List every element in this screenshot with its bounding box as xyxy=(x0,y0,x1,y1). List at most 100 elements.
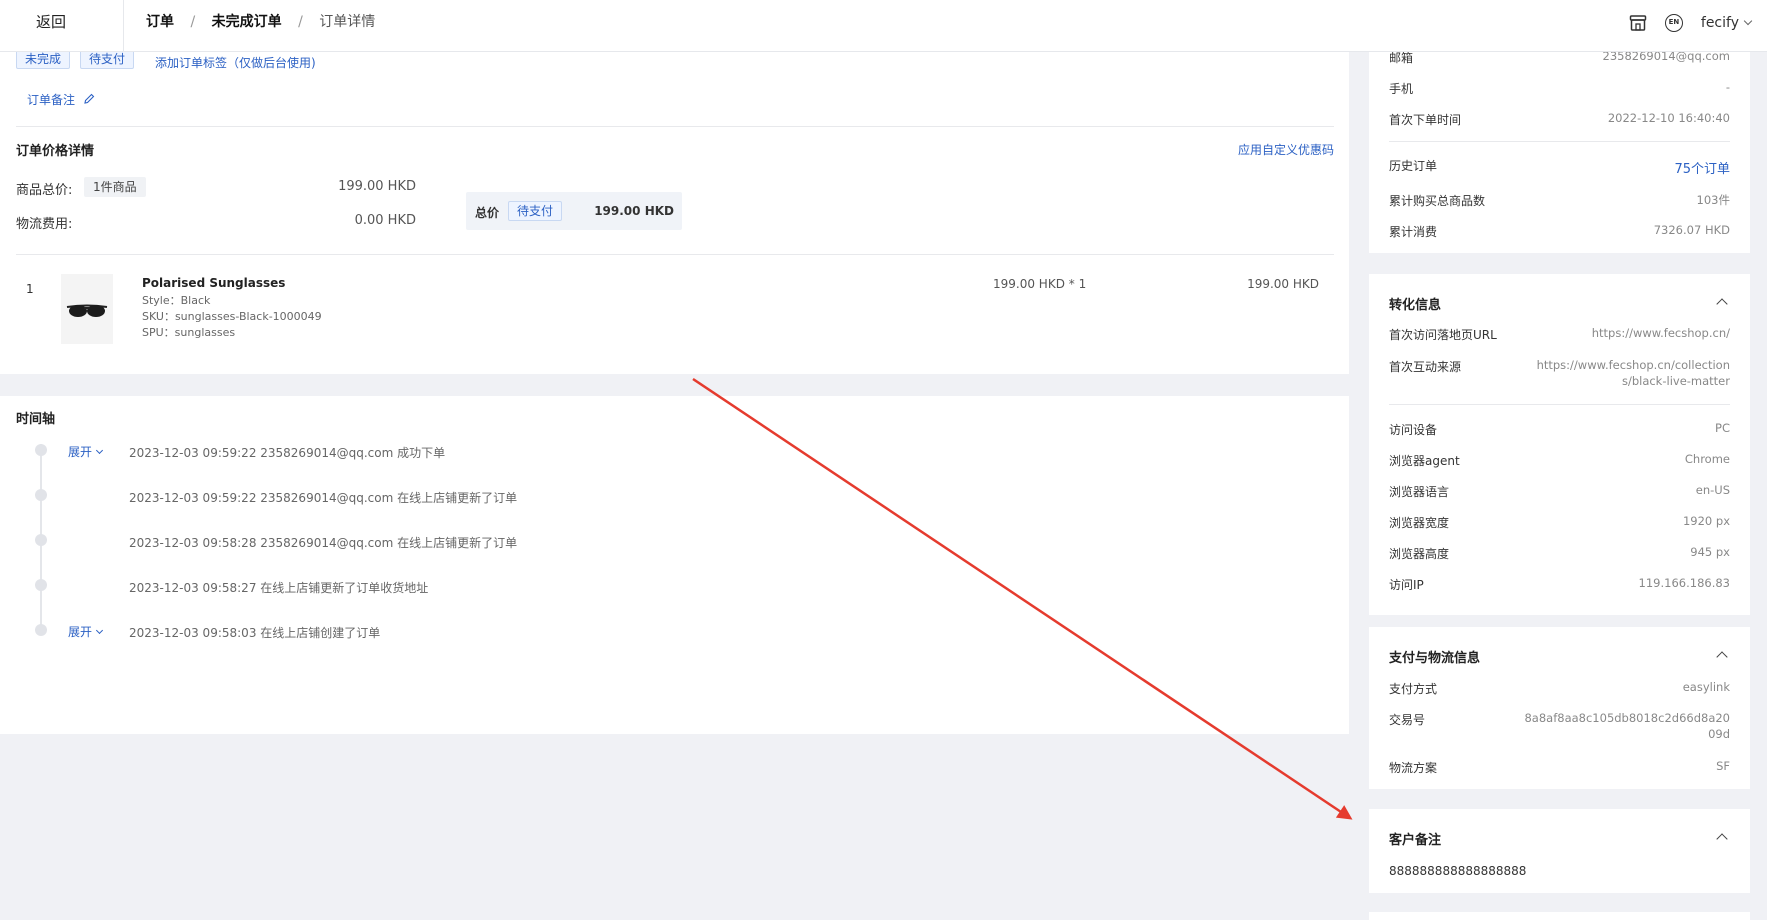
browser-width-label: 浏览器宽度 xyxy=(1389,516,1450,530)
browser-language-value: en-US xyxy=(1695,483,1730,497)
device-label: 访问设备 xyxy=(1389,423,1438,437)
chevron-up-icon[interactable] xyxy=(1716,651,1728,663)
browser-height-value: 945 px xyxy=(1690,545,1730,559)
goods-total-label: 商品总价: xyxy=(16,183,73,198)
product-style: Style：Black xyxy=(142,294,211,307)
user-menu[interactable]: fecify xyxy=(1700,15,1753,31)
back-button[interactable]: 返回 xyxy=(0,0,124,52)
chevron-up-icon[interactable] xyxy=(1716,833,1728,845)
chevron-down-icon xyxy=(1743,16,1753,26)
user-name: fecify xyxy=(1700,15,1739,31)
payment-method-value: easylink xyxy=(1682,680,1730,694)
agent-label: 浏览器agent xyxy=(1389,454,1460,468)
visit-ip-label: 访问IP xyxy=(1389,578,1424,592)
phone-value: - xyxy=(1725,80,1730,94)
landing-url-value: https://www.fecshop.cn/ xyxy=(1591,326,1730,340)
breadcrumb-unfinished-orders[interactable]: 未完成订单 xyxy=(212,14,282,30)
breadcrumb-order-detail: 订单详情 xyxy=(319,14,376,30)
transaction-id-label: 交易号 xyxy=(1389,713,1426,727)
next-card-edge xyxy=(1369,912,1750,920)
transaction-id-line1: 8a8af8aa8c105db8018c2d66d8a20 xyxy=(1524,711,1730,725)
chevron-up-icon[interactable] xyxy=(1716,298,1728,310)
expand-label: 展开 xyxy=(68,445,93,459)
referrer-value-line2: s/black-live-matter xyxy=(1621,374,1730,388)
apply-coupon-link[interactable]: 应用自定义优惠码 xyxy=(1238,141,1334,158)
timeline-event: 2023-12-03 09:58:03 在线上店铺创建了订单 xyxy=(129,626,381,640)
total-items-label: 累计购买总商品数 xyxy=(1389,194,1486,208)
conversion-info-card: 转化信息 首次访问落地页URL https://www.fecshop.cn/ … xyxy=(1369,274,1750,615)
payment-shipping-card: 支付与物流信息 支付方式 easylink 交易号 8a8af8aa8c105d… xyxy=(1369,627,1750,789)
total-items-value: 103件 xyxy=(1696,193,1730,207)
total-status-badge: 待支付 xyxy=(508,201,563,221)
total-label: 总价 xyxy=(475,206,500,220)
product-thumbnail[interactable] xyxy=(61,274,113,344)
referrer-value-line1: https://www.fecshop.cn/collection xyxy=(1536,358,1730,372)
status-badge-pending-payment: 待支付 xyxy=(80,49,135,69)
customer-note-title: 客户备注 xyxy=(1389,833,1442,848)
breadcrumb-separator: / xyxy=(190,14,196,30)
conversion-info-title: 转化信息 xyxy=(1389,298,1442,313)
product-name[interactable]: Polarised Sunglasses xyxy=(142,276,285,290)
customer-note-text: 888888888888888888 xyxy=(1389,864,1527,878)
topbar-actions: EN fecify xyxy=(1629,12,1753,34)
timeline-title: 时间轴 xyxy=(16,412,56,427)
timeline-event: 2023-12-03 09:59:22 2358269014@qq.com 在线… xyxy=(129,491,518,505)
timeline-dot xyxy=(35,444,47,456)
product-sku: SKU：sunglasses-Black-1000049 xyxy=(142,310,322,323)
divider xyxy=(16,126,1334,127)
total-spend-value: 7326.07 HKD xyxy=(1653,223,1730,237)
customer-info-card: 邮箱 2358269014@qq.com 手机 - 首次下单时间 2022-12… xyxy=(1369,40,1750,253)
payment-method-label: 支付方式 xyxy=(1389,682,1438,696)
breadcrumb-orders[interactable]: 订单 xyxy=(146,14,174,30)
history-orders-link[interactable]: 75个订单 xyxy=(1674,158,1730,177)
breadcrumb: 订单 / 未完成订单 / 订单详情 xyxy=(146,12,375,32)
payment-shipping-title: 支付与物流信息 xyxy=(1389,651,1481,666)
divider xyxy=(1389,141,1730,142)
order-detail-panel: 未完成 待支付 添加订单标签（仅做后台使用) 订单备注 订单价格详情 应用自定义… xyxy=(0,49,1349,374)
breadcrumb-separator: / xyxy=(298,14,303,30)
timeline-expand-button[interactable]: 展开 xyxy=(68,443,104,460)
shipping-fee-value: 0.00 HKD xyxy=(354,213,416,228)
total-price-box: 总价 待支付 199.00 HKD xyxy=(466,192,682,230)
goods-total-value: 199.00 HKD xyxy=(338,179,416,194)
shipping-fee-label: 物流费用: xyxy=(16,217,73,232)
goods-count-badge: 1件商品 xyxy=(84,177,146,197)
first-order-time-value: 2022-12-10 16:40:40 xyxy=(1607,111,1730,125)
order-note-link[interactable]: 订单备注 xyxy=(27,91,95,108)
timeline-event: 2023-12-03 09:59:22 2358269014@qq.com 成功… xyxy=(129,446,446,460)
timeline-dot xyxy=(35,534,47,546)
first-order-time-label: 首次下单时间 xyxy=(1389,113,1462,127)
price-detail-title: 订单价格详情 xyxy=(16,144,95,159)
transaction-id-line2: 09d xyxy=(1708,727,1730,741)
chevron-down-icon xyxy=(95,446,104,455)
top-bar: 返回 订单 / 未完成订单 / 订单详情 EN fecify xyxy=(0,0,1767,52)
browser-width-value: 1920 px xyxy=(1682,514,1730,528)
pencil-icon xyxy=(84,93,95,104)
timeline-event: 2023-12-03 09:58:28 2358269014@qq.com 在线… xyxy=(129,536,518,550)
referrer-label: 首次互动来源 xyxy=(1389,360,1462,374)
language-icon[interactable]: EN xyxy=(1664,14,1683,32)
timeline-expand-button[interactable]: 展开 xyxy=(68,623,104,640)
customer-note-card: 客户备注 888888888888888888 xyxy=(1369,809,1750,893)
divider xyxy=(16,254,1334,255)
item-index: 1 xyxy=(26,282,34,296)
visit-ip-value: 119.166.186.83 xyxy=(1638,576,1730,590)
total-value: 199.00 HKD xyxy=(594,204,674,218)
item-unit-price: 199.00 HKD * 1 xyxy=(993,277,1087,291)
total-spend-label: 累计消费 xyxy=(1389,225,1438,239)
product-spu: SPU：sunglasses xyxy=(142,326,236,339)
store-icon[interactable] xyxy=(1629,15,1647,31)
device-value: PC xyxy=(1715,421,1730,435)
item-subtotal: 199.00 HKD xyxy=(1247,277,1319,291)
phone-label: 手机 xyxy=(1389,82,1414,96)
chevron-down-icon xyxy=(95,626,104,635)
divider xyxy=(1389,404,1730,405)
landing-url-label: 首次访问落地页URL xyxy=(1389,328,1497,342)
sunglasses-icon xyxy=(66,304,108,317)
timeline-event: 2023-12-03 09:58:27 在线上店铺更新了订单收货地址 xyxy=(129,581,429,595)
shipping-method-value: SF xyxy=(1716,759,1730,773)
timeline-dot xyxy=(35,579,47,591)
browser-language-label: 浏览器语言 xyxy=(1389,485,1450,499)
add-order-tag-link[interactable]: 添加订单标签（仅做后台使用) xyxy=(155,54,316,71)
agent-value: Chrome xyxy=(1684,452,1730,466)
